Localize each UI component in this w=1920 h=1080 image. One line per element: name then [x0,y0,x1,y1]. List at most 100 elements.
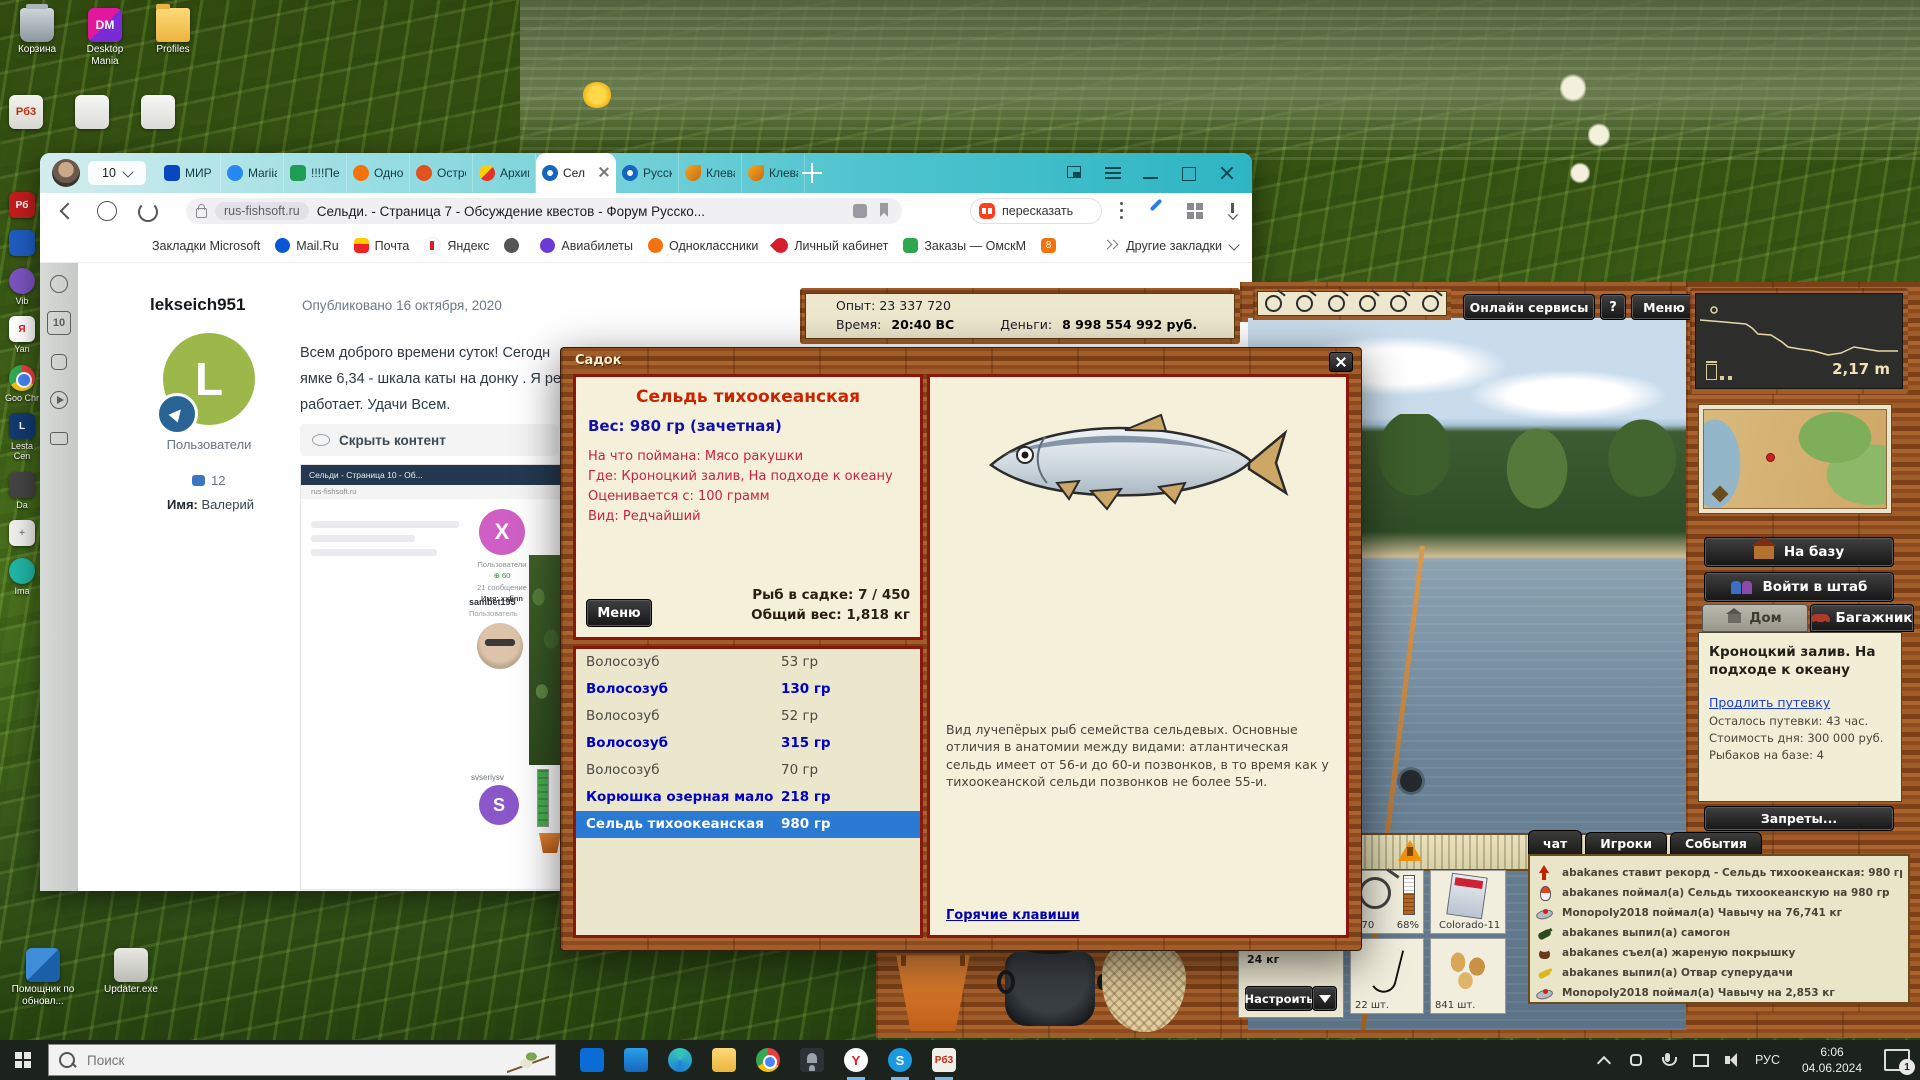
close-icon[interactable] [1208,153,1246,193]
tabs-count-icon[interactable]: 10 [47,311,71,335]
volume-icon[interactable] [1723,1051,1741,1069]
extensions-icon[interactable] [1182,198,1208,224]
search-input[interactable] [85,1052,545,1069]
taskbar-search[interactable] [48,1044,556,1076]
taskbar-app-rf3[interactable]: Рб3 [922,1040,966,1080]
chat-tab[interactable]: События [1670,832,1762,855]
hide-content-button[interactable]: Скрыть контент [300,424,558,456]
line-slot[interactable]: Colorado-11 [1430,870,1506,934]
comments-icon[interactable] [852,203,868,219]
browser-tab[interactable]: Русск [616,153,679,193]
bookmark-item[interactable]: Авиабилеты [540,238,633,253]
chat-tab[interactable]: чат [1528,830,1582,856]
reel-icon[interactable] [1422,295,1439,312]
help-button[interactable]: ? [1600,294,1626,320]
fish-list-row[interactable]: Корюшка озерная мало... 218 гр [576,784,920,811]
bookmark-item[interactable]: Закладки Microsoft [152,239,260,253]
reload-icon[interactable] [134,198,160,224]
dialog-menu-button[interactable]: Меню [586,599,652,627]
media-icon[interactable] [48,389,70,411]
desktop-icon[interactable]: + [2,520,42,548]
desktop-icon[interactable] [72,95,112,131]
browser-tab[interactable]: Клева [679,153,742,193]
back-icon[interactable] [54,198,80,224]
tab-close-icon[interactable] [599,167,609,177]
desktop-icon[interactable]: Da [2,472,42,510]
bookmark-flag-icon[interactable] [876,203,892,219]
tab-counter[interactable]: 10 [88,161,146,185]
browser-tab[interactable]: !!!!ПеР [284,153,347,193]
forum-author[interactable]: lekseich951 [150,295,245,315]
browser-tab[interactable]: МИР Т [158,153,221,193]
microphone-icon[interactable] [1659,1051,1677,1069]
rod-slots-panel[interactable] [1253,287,1451,320]
browser-tab[interactable]: Остро [410,153,473,193]
taskbar-app-yandex[interactable]: Y [834,1040,878,1080]
fish-list-row[interactable]: Волосозуб 70 гр [576,757,920,784]
desktop-icon[interactable]: Updater.exe [96,948,166,1007]
messenger-icon[interactable] [48,351,70,373]
desktop-icon[interactable]: DM Desktop Mania [74,8,136,67]
dialog-close-icon[interactable] [1329,352,1353,372]
taskbar-app-explorer[interactable] [702,1040,746,1080]
taskbar-app-agent[interactable] [790,1040,834,1080]
minimap[interactable] [1698,404,1892,514]
bookmark-item[interactable]: 8 [1041,238,1062,253]
tray-expand-icon[interactable] [1595,1051,1613,1069]
reel-icon[interactable] [1328,295,1345,312]
desktop-icon[interactable] [2,230,42,258]
taskbar-app-mail[interactable] [614,1040,658,1080]
bookmark-item[interactable]: Почта [354,238,410,253]
minimize-icon[interactable] [1132,153,1170,193]
fish-list-row[interactable]: Волосозуб 130 гр [576,676,920,703]
taskbar-app-skype[interactable]: S [878,1040,922,1080]
browser-tab[interactable]: Клева [742,153,805,193]
chat-tab[interactable]: Игроки [1585,832,1667,855]
dropdown-button[interactable] [1312,986,1337,1011]
desktop-icon[interactable]: Рб3 [6,95,46,131]
tab-home[interactable]: Дом [1702,604,1808,632]
fish-list-row[interactable]: Волосозуб 52 гр [576,703,920,730]
downloads-icon[interactable] [1220,198,1246,224]
retell-button[interactable]: пересказать [970,198,1102,224]
desktop-icon[interactable]: Ima [2,558,42,596]
embedded-screenshot[interactable]: Сельди - Страница 10 - Об... rus-fishsof… [300,464,562,890]
renew-permit-link[interactable]: Продлить путевку [1709,695,1830,710]
fish-list-row[interactable]: Волосозуб 315 гр [576,730,920,757]
desktop-icon[interactable]: Я Yan [2,316,42,354]
bait-slot[interactable]: 841 шт. [1430,938,1506,1014]
taskbar-app-store[interactable] [570,1040,614,1080]
bookmark-item[interactable]: Одноклассники [648,238,758,253]
configure-button[interactable]: Настроить [1245,986,1313,1011]
browser-tab[interactable]: Однок [347,153,410,193]
network-icon[interactable] [1691,1051,1709,1069]
reel-icon[interactable] [1265,295,1282,312]
browser-tab[interactable]: Архив [473,153,536,193]
new-tab-button[interactable] [800,161,824,185]
game-menu-button[interactable]: Меню [1631,294,1697,320]
reel-icon[interactable] [1296,295,1313,312]
notifications-icon[interactable]: 1 [1884,1049,1910,1071]
pot-icon[interactable] [1005,952,1095,1026]
bookmark-item[interactable] [504,238,525,253]
reel-icon[interactable] [1359,295,1376,312]
bookmark-item[interactable]: Заказы — ОмскМ [903,238,1026,253]
maximize-icon[interactable] [1170,153,1208,193]
desktop-icon[interactable]: Profiles [142,8,204,67]
edit-icon[interactable] [1144,198,1170,224]
bookmark-item[interactable]: Mail.Ru [275,238,338,253]
tray-app-icon[interactable] [1627,1051,1645,1069]
online-services-button[interactable]: Онлайн сервисы [1463,294,1595,320]
taskbar-app-chrome[interactable] [746,1040,790,1080]
desktop-icon[interactable]: Vib [2,268,42,306]
address-domain[interactable]: rus-fishsoft.ru [215,202,309,220]
tab-trunk[interactable]: Багажник [1810,604,1914,632]
reel-icon[interactable] [1390,295,1407,312]
taskbar-app-edge[interactable] [658,1040,702,1080]
to-base-button[interactable]: На базу [1704,537,1894,567]
profile-avatar[interactable] [52,159,80,187]
bookmark-item[interactable]: Личный кабинет [773,238,888,253]
bans-button[interactable]: Запреты... [1704,806,1894,831]
desktop-icon[interactable]: Рб [2,192,42,220]
desktop-icon[interactable]: Goo Chr [2,365,42,403]
